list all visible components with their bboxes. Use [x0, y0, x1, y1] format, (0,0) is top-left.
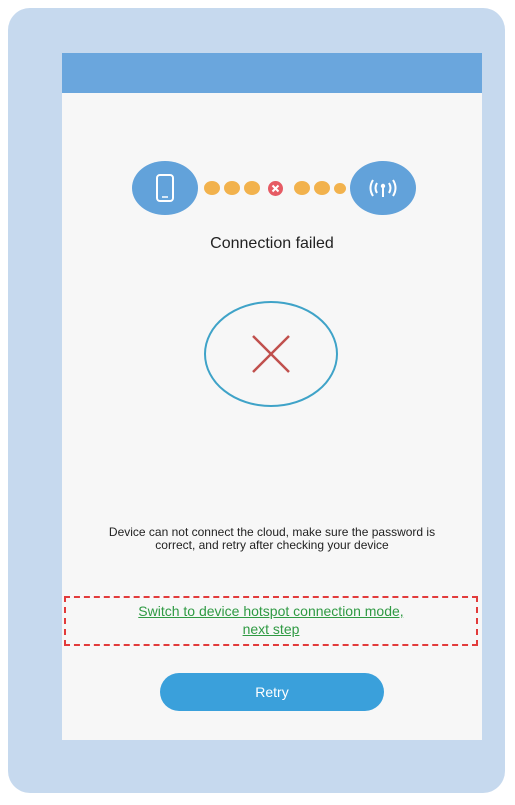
- app-screen: Connection failed Device can not connect…: [62, 53, 482, 740]
- error-x-icon: [268, 181, 283, 196]
- hotspot-link-line2: next step: [242, 621, 300, 637]
- wifi-signal-icon: [369, 179, 397, 197]
- error-message: Device can not connect the cloud, make s…: [108, 525, 436, 552]
- retry-button[interactable]: Retry: [160, 673, 384, 711]
- phone-frame: Connection failed Device can not connect…: [8, 8, 505, 793]
- progress-dot: [334, 183, 346, 194]
- hotspot-highlight-box: Switch to device hotspot connection mode…: [64, 596, 478, 646]
- progress-dot: [224, 181, 240, 195]
- header-bar: [62, 53, 482, 93]
- progress-dot: [244, 181, 260, 195]
- phone-endpoint: [132, 161, 198, 215]
- progress-dot: [204, 181, 220, 195]
- device-endpoint: [350, 161, 416, 215]
- switch-hotspot-link[interactable]: Switch to device hotspot connection mode…: [66, 598, 476, 638]
- connection-progress: [132, 161, 422, 215]
- fail-x-icon: [252, 335, 290, 373]
- fail-indicator: [204, 301, 338, 407]
- hotspot-link-line1: Switch to device hotspot connection mode…: [138, 603, 404, 619]
- progress-dot: [294, 181, 310, 195]
- progress-dot: [314, 181, 330, 195]
- phone-icon: [156, 174, 174, 202]
- status-title: Connection failed: [210, 235, 334, 252]
